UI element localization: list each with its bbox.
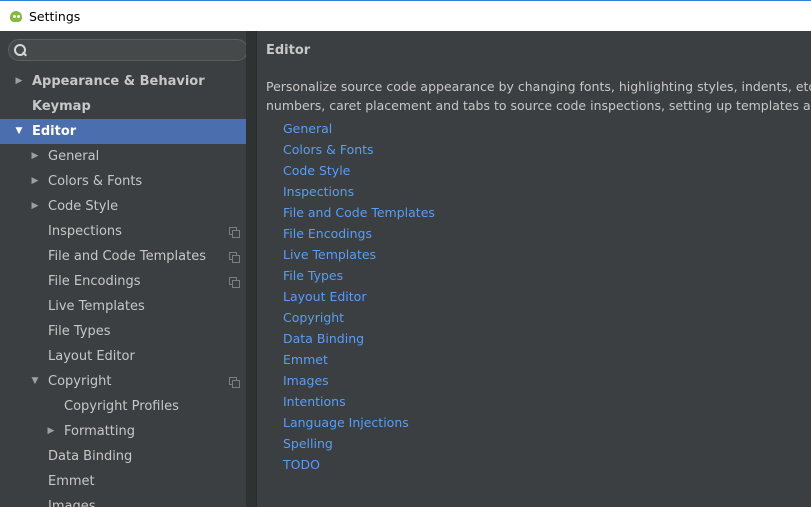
tree-item-editor[interactable]: ▼ Editor xyxy=(0,119,246,144)
tree-item-formatting[interactable]: ▶ Formatting xyxy=(0,419,246,444)
tree-scrollbar[interactable] xyxy=(246,31,256,507)
tree-item-code-style[interactable]: ▶ Code Style xyxy=(0,194,246,219)
link-images[interactable]: Images xyxy=(283,370,435,391)
page-description: Personalize source code appearance by ch… xyxy=(266,77,811,115)
link-live-templates[interactable]: Live Templates xyxy=(283,244,435,265)
tree-item-images[interactable]: Images xyxy=(0,494,246,507)
tree-item-live-templates[interactable]: Live Templates xyxy=(0,294,246,319)
link-todo[interactable]: TODO xyxy=(283,454,435,475)
tree-item-keymap[interactable]: Keymap xyxy=(0,94,246,119)
tree-item-inspections[interactable]: Inspections xyxy=(0,219,246,244)
chevron-right-icon[interactable]: ▶ xyxy=(13,69,25,94)
project-scope-icon xyxy=(229,277,240,288)
tree-item-data-binding[interactable]: Data Binding xyxy=(0,444,246,469)
window-title: Settings xyxy=(29,8,81,24)
android-studio-icon xyxy=(9,9,23,23)
chevron-down-icon[interactable]: ▼ xyxy=(29,369,41,394)
tree-item-file-types[interactable]: File Types xyxy=(0,319,246,344)
link-data-binding[interactable]: Data Binding xyxy=(283,328,435,349)
tree-item-copyright[interactable]: ▼ Copyright xyxy=(0,369,246,394)
link-file-types[interactable]: File Types xyxy=(283,265,435,286)
link-inspections[interactable]: Inspections xyxy=(283,181,435,202)
editor-settings-panel: Editor Personalize source code appearanc… xyxy=(257,31,811,507)
tree-item-colors-fonts[interactable]: ▶ Colors & Fonts xyxy=(0,169,246,194)
chevron-right-icon[interactable]: ▶ xyxy=(29,194,41,219)
tree-item-copyright-profiles[interactable]: Copyright Profiles xyxy=(0,394,246,419)
editor-links: General Colors & Fonts Code Style Inspec… xyxy=(283,118,435,475)
tree-item-general[interactable]: ▶ General xyxy=(0,144,246,169)
tree-item-file-code-templates[interactable]: File and Code Templates xyxy=(0,244,246,269)
page-title: Editor xyxy=(266,43,311,58)
project-scope-icon xyxy=(229,227,240,238)
link-file-code-templates[interactable]: File and Code Templates xyxy=(283,202,435,223)
link-emmet[interactable]: Emmet xyxy=(283,349,435,370)
link-file-encodings[interactable]: File Encodings xyxy=(283,223,435,244)
link-colors-fonts[interactable]: Colors & Fonts xyxy=(283,139,435,160)
project-scope-icon xyxy=(229,252,240,263)
project-scope-icon xyxy=(229,377,240,388)
link-layout-editor[interactable]: Layout Editor xyxy=(283,286,435,307)
description-line: Personalize source code appearance by ch… xyxy=(266,79,811,94)
tree-item-layout-editor[interactable]: Layout Editor xyxy=(0,344,246,369)
search-icon xyxy=(13,43,27,57)
link-language-injections[interactable]: Language Injections xyxy=(283,412,435,433)
chevron-right-icon[interactable]: ▶ xyxy=(29,169,41,194)
settings-tree-panel: ▶ Appearance & Behavior Keymap ▼ Editor … xyxy=(0,31,246,507)
description-line: numbers, caret placement and tabs to sou… xyxy=(266,98,811,113)
tree-item-appearance[interactable]: ▶ Appearance & Behavior xyxy=(0,69,246,94)
tree-item-emmet[interactable]: Emmet xyxy=(0,469,246,494)
settings-tree: ▶ Appearance & Behavior Keymap ▼ Editor … xyxy=(0,69,246,507)
link-general[interactable]: General xyxy=(283,118,435,139)
link-spelling[interactable]: Spelling xyxy=(283,433,435,454)
tree-item-file-encodings[interactable]: File Encodings xyxy=(0,269,246,294)
search-input[interactable] xyxy=(8,39,246,61)
chevron-right-icon[interactable]: ▶ xyxy=(29,144,41,169)
chevron-right-icon[interactable]: ▶ xyxy=(45,419,57,444)
title-bar: Settings xyxy=(0,0,811,31)
chevron-down-icon[interactable]: ▼ xyxy=(13,119,25,144)
link-copyright[interactable]: Copyright xyxy=(283,307,435,328)
link-intentions[interactable]: Intentions xyxy=(283,391,435,412)
link-code-style[interactable]: Code Style xyxy=(283,160,435,181)
